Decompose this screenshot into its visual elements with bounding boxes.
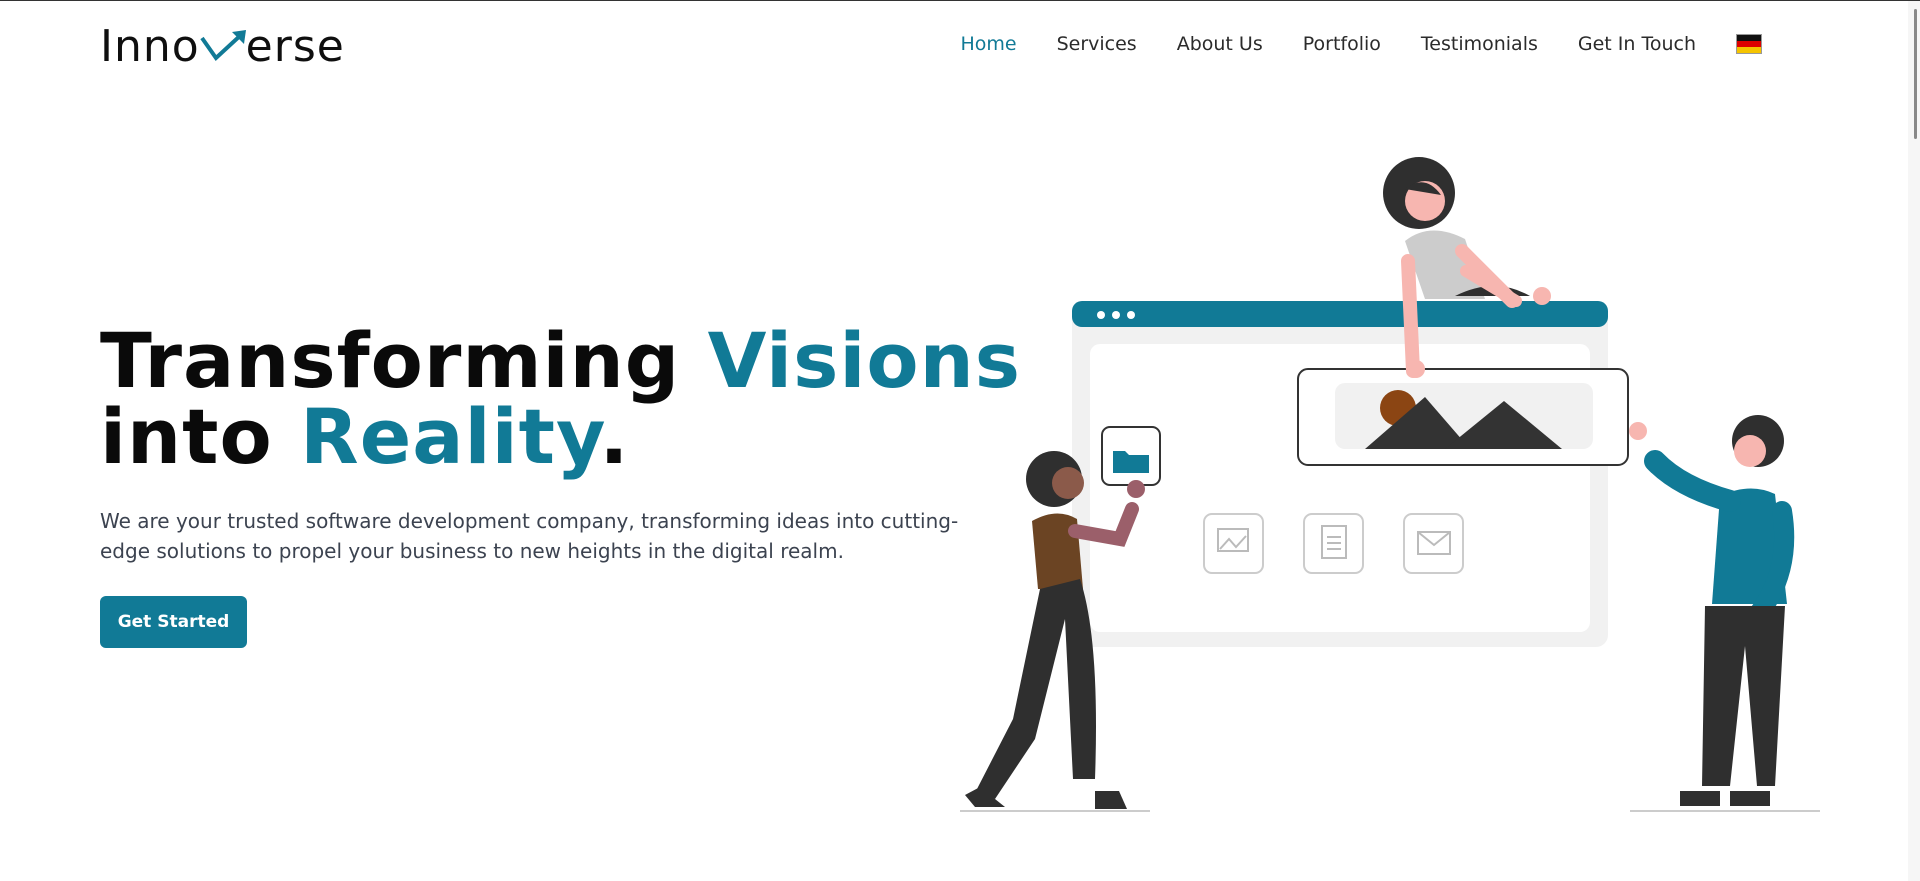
get-started-button[interactable]: Get Started <box>100 596 247 648</box>
nav-testimonials[interactable]: Testimonials <box>1421 33 1538 55</box>
page-scrollbar[interactable] <box>1908 1 1920 881</box>
logo[interactable]: Inno erse <box>100 23 345 71</box>
logo-text-start: Inno <box>100 21 200 72</box>
hero-title-period: . <box>599 392 630 481</box>
nav-portfolio[interactable]: Portfolio <box>1303 33 1381 55</box>
nav-get-in-touch[interactable]: Get In Touch <box>1578 33 1696 55</box>
image-card-icon <box>1297 368 1629 466</box>
nav-services[interactable]: Services <box>1057 33 1137 55</box>
germany-flag-icon[interactable] <box>1736 34 1762 54</box>
hero-title: Transforming Visions into Reality. <box>100 323 1021 475</box>
scrollbar-thumb[interactable] <box>1914 9 1917 139</box>
nav-about-us[interactable]: About Us <box>1177 33 1263 55</box>
nav-home[interactable]: Home <box>960 33 1016 55</box>
hero-title-word: into <box>100 392 273 481</box>
mail-icon <box>1403 513 1464 574</box>
main-nav: Home Services About Us Portfolio Testimo… <box>960 33 1762 55</box>
image-placeholder-icon <box>1203 513 1264 574</box>
hero-title-accent: Reality <box>300 392 600 481</box>
person-right-illustration <box>1629 415 1795 806</box>
hero-description: We are your trusted software development… <box>100 509 959 563</box>
hero-illustration <box>960 157 1820 812</box>
document-icon <box>1303 513 1364 574</box>
folder-card-icon <box>1101 426 1161 486</box>
logo-arrow-icon <box>200 30 246 62</box>
logo-text-end: erse <box>245 21 345 72</box>
